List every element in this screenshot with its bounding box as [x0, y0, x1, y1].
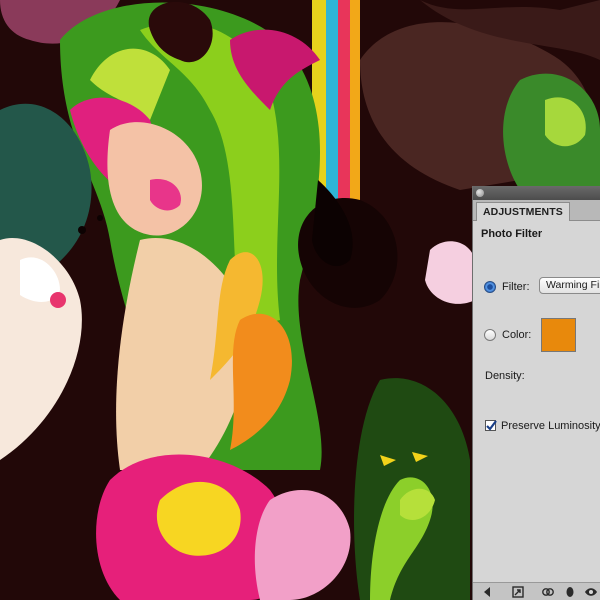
clip-layer-icon[interactable]: [541, 585, 555, 599]
filter-radio-button[interactable]: [484, 281, 496, 293]
filter-label: Filter:: [502, 281, 530, 293]
back-arrow-icon[interactable]: [481, 585, 495, 599]
preserve-luminosity-checkbox[interactable]: [485, 420, 497, 431]
visibility-eye-icon[interactable]: [584, 585, 598, 599]
color-label: Color:: [502, 329, 532, 341]
color-radio-button[interactable]: [484, 329, 496, 341]
checkmark-icon: [486, 420, 497, 431]
panel-footer-toolbar: [473, 582, 600, 600]
view-previous-icon[interactable]: [563, 585, 577, 599]
tab-adjustments[interactable]: ADJUSTMENTS: [476, 202, 570, 221]
expand-view-icon[interactable]: [511, 585, 525, 599]
preserve-luminosity-label: Preserve Luminosity: [501, 420, 600, 432]
density-label: Density:: [485, 370, 525, 382]
adjustment-heading: Photo Filter: [481, 228, 543, 240]
filter-dropdown[interactable]: Warming Filter (85): [539, 277, 600, 294]
panel-tab-bar: ADJUSTMENTS: [473, 200, 600, 221]
adjustments-panel: ADJUSTMENTS Photo Filter Filter: Warming…: [472, 186, 600, 600]
color-swatch[interactable]: [541, 318, 576, 352]
panel-close-icon[interactable]: [476, 189, 484, 197]
panel-title-bar[interactable]: [473, 186, 600, 200]
